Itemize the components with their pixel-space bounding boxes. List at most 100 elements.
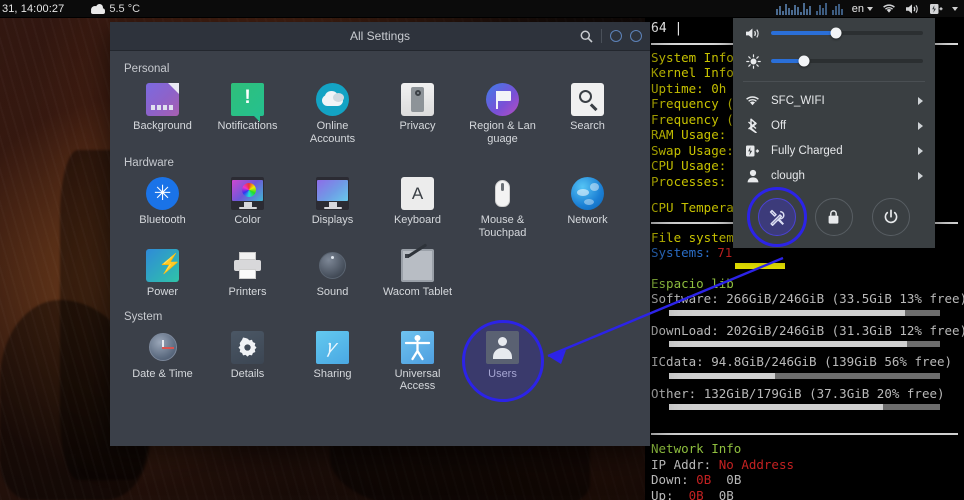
- keyboard-icon: A: [401, 177, 434, 210]
- user-icon: [745, 168, 760, 183]
- settings-item-sound[interactable]: Sound: [290, 243, 375, 303]
- lock-action-button[interactable]: [814, 198, 853, 236]
- group-label-personal: Personal: [124, 63, 170, 75]
- menu-item-bluetooth[interactable]: Off: [733, 113, 935, 138]
- settings-item-details[interactable]: Details: [205, 325, 290, 397]
- disk-used: 94.8GiB/246GiB: [711, 354, 817, 369]
- network-value2: 0B: [718, 487, 734, 500]
- settings-item-date-time[interactable]: Date & Time: [120, 325, 205, 397]
- volume-slider-row[interactable]: [733, 19, 935, 47]
- settings-item-printers[interactable]: Printers: [205, 243, 290, 303]
- settings-item-universal-access[interactable]: Universal Access: [375, 325, 460, 397]
- settings-item-label: Region & Lan guage: [469, 120, 536, 145]
- disk-row: Software: 266GiB/246GiB (33.5GiB 13% fre…: [645, 291, 964, 316]
- window-minimize-button[interactable]: [610, 30, 622, 42]
- disk-used: 266GiB/246GiB: [726, 291, 825, 306]
- chevron-right-icon: [918, 96, 923, 105]
- volume-icon[interactable]: [905, 3, 920, 15]
- network-value: 0B: [696, 472, 712, 487]
- settings-item-label: Sound: [316, 286, 349, 298]
- bluetooth-icon: [745, 118, 760, 133]
- settings-item-power[interactable]: ⚡ Power: [120, 243, 205, 303]
- settings-item-mouse-touchpad[interactable]: Mouse & Touchpad: [460, 171, 545, 243]
- weather-indicator[interactable]: 5.5 °C: [91, 3, 140, 15]
- disk-bar: [669, 372, 940, 379]
- menu-item-label: clough: [771, 169, 805, 182]
- settings-item-region-language[interactable]: Region & Lan guage: [460, 77, 545, 149]
- language-indicator[interactable]: en: [852, 3, 873, 15]
- universal-access-icon: [401, 330, 434, 364]
- settings-item-displays[interactable]: Displays: [290, 171, 375, 243]
- systems-label: Systems:: [651, 245, 712, 260]
- users-icon: [486, 330, 519, 364]
- date-time-icon: [146, 331, 179, 364]
- menu-item-wifi[interactable]: SFC_WIFI: [733, 88, 935, 113]
- settings-item-online-accounts[interactable]: Online Accounts: [290, 77, 375, 149]
- settings-item-bluetooth[interactable]: ✳ Bluetooth: [120, 171, 205, 243]
- menu-item-battery[interactable]: Fully Charged: [733, 138, 935, 163]
- power-icon: ⚡: [146, 249, 182, 282]
- menu-item-user[interactable]: clough: [733, 163, 935, 188]
- settings-item-privacy[interactable]: Privacy: [375, 77, 460, 149]
- settings-content: Personal Background ! Notifications Onli…: [110, 51, 650, 446]
- volume-slider[interactable]: [771, 27, 923, 39]
- online-accounts-icon: [316, 83, 349, 116]
- settings-item-label: Bluetooth: [139, 214, 186, 226]
- menu-item-label: Fully Charged: [771, 144, 843, 157]
- brightness-slider-row[interactable]: [733, 47, 935, 75]
- systems-value: 71: [717, 245, 733, 260]
- disk-free: free): [929, 291, 964, 306]
- disk-bar: [669, 341, 940, 347]
- disk-line: Other: 132GiB/179GiB (37.3GiB 20% free): [645, 386, 964, 402]
- settings-item-search[interactable]: Search: [545, 77, 630, 149]
- disk-name: ICdata:: [651, 354, 704, 369]
- color-icon: [231, 177, 264, 210]
- settings-item-label: Color: [234, 214, 261, 226]
- settings-item-label: Power: [146, 286, 179, 298]
- popup-action-buttons: [733, 188, 935, 248]
- menu-item-label: Off: [771, 119, 787, 132]
- sharing-icon: 𝛾: [316, 330, 349, 364]
- settings-item-notifications[interactable]: ! Notifications: [205, 77, 290, 149]
- disk-bar: [669, 309, 940, 316]
- settings-item-background[interactable]: Background: [120, 77, 205, 149]
- search-icon[interactable]: [580, 30, 593, 43]
- network-icon: [571, 177, 604, 210]
- brightness-slider[interactable]: [771, 55, 923, 67]
- disk-name: Software:: [651, 291, 719, 306]
- wifi-icon: [745, 93, 760, 108]
- wifi-icon[interactable]: [882, 3, 896, 14]
- disk-line: ICdata: 94.8GiB/246GiB (139GiB 56% free): [645, 354, 964, 370]
- settings-item-sharing[interactable]: 𝛾 Sharing: [290, 325, 375, 397]
- power-action-button[interactable]: [871, 198, 910, 236]
- chevron-down-icon: [867, 6, 873, 11]
- settings-item-label: Privacy: [399, 120, 436, 132]
- systems-usage-bar: [735, 262, 785, 269]
- settings-item-label: Background: [133, 120, 192, 132]
- network-value2: 0B: [726, 472, 742, 487]
- disk-row: DownLoad: 202GiB/246GiB (31.3GiB 12% fre…: [645, 323, 964, 347]
- settings-item-network[interactable]: Network: [545, 171, 630, 243]
- disk-detail: (37.3GiB 20%: [809, 385, 900, 401]
- settings-item-label: Displays: [311, 214, 354, 226]
- settings-item-users[interactable]: Users: [460, 319, 545, 402]
- settings-item-label: Universal Access: [394, 367, 441, 393]
- disk-line: Software: 266GiB/246GiB (33.5GiB 13% fre…: [645, 291, 964, 307]
- disk-used: 132GiB/179GiB: [703, 385, 802, 401]
- settings-item-wacom-tablet[interactable]: Wacom Tablet: [375, 243, 460, 303]
- clock-label[interactable]: 31, 14:00:27: [2, 3, 64, 15]
- settings-action-button[interactable]: [758, 198, 797, 236]
- disk-free: free): [906, 385, 945, 401]
- panel-menu-chevron-icon[interactable]: [952, 6, 958, 11]
- battery-charging-icon[interactable]: [929, 3, 943, 15]
- details-icon: [231, 330, 264, 364]
- settings-item-label: Notifications: [217, 120, 278, 132]
- window-titlebar: All Settings: [110, 22, 650, 51]
- top-panel: 31, 14:00:27 5.5 °C en: [0, 0, 964, 18]
- search-settings-icon: [571, 83, 604, 116]
- window-close-button[interactable]: [630, 30, 642, 42]
- settings-item-color[interactable]: Color: [205, 171, 290, 243]
- settings-item-keyboard[interactable]: A Keyboard: [375, 171, 460, 243]
- disk-row: ICdata: 94.8GiB/246GiB (139GiB 56% free): [645, 354, 964, 379]
- conky-network-header: Network Info: [651, 441, 742, 456]
